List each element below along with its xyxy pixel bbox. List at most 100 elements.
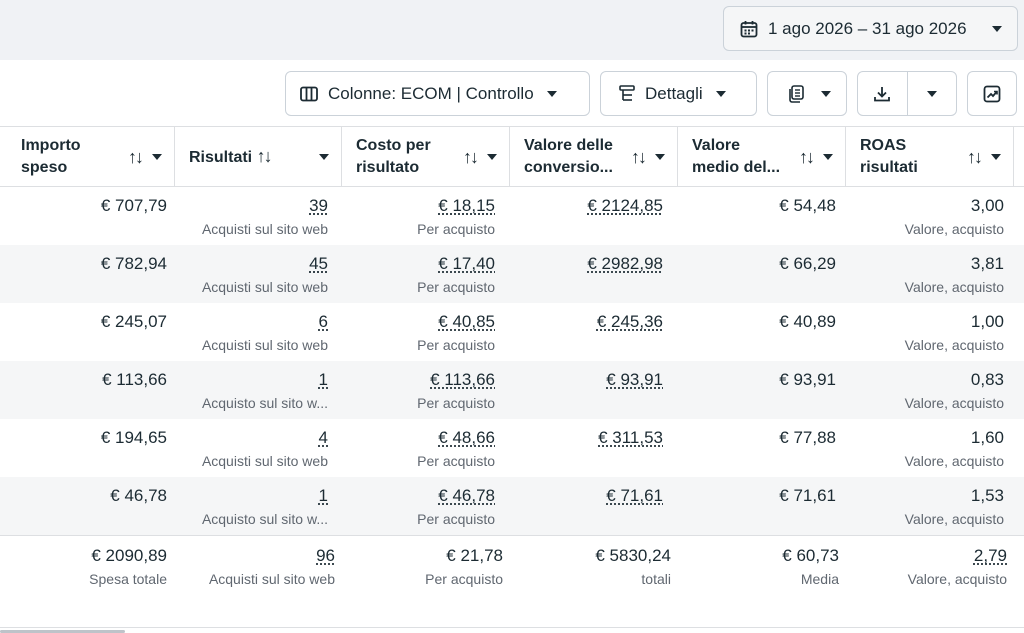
spend-cell-value: € 194,65	[100, 428, 167, 447]
cost-per-result-cell-value[interactable]: € 113,66	[342, 370, 495, 390]
roas-cell: 0,83 Valore, acquisto	[846, 361, 1004, 419]
average-value-cell: € 71,61	[678, 477, 836, 535]
total-average-value-cell: € 60,73 Media	[782, 546, 839, 587]
spend-cell: € 194,65	[7, 419, 167, 477]
total-roas-link[interactable]: 2,79	[846, 546, 1007, 566]
cost-per-result-cell: € 40,85 Per acquisto	[342, 303, 495, 361]
download-icon	[873, 85, 891, 103]
details-button-label: Dettagli	[645, 83, 703, 103]
sort-icon[interactable]: ↑↓	[463, 146, 479, 168]
column-header-conversion-value[interactable]: Valore delle conversio... ↑↓	[510, 127, 678, 186]
caret-down-icon[interactable]	[319, 153, 329, 160]
conversion-value-cell-value[interactable]: € 2124,85	[510, 196, 663, 216]
roas-cell-subtitle: Valore, acquisto	[904, 279, 1004, 295]
average-value-cell-value: € 54,48	[779, 196, 836, 215]
results-cell-value[interactable]: 4	[175, 428, 328, 448]
sort-icon[interactable]: ↑↓	[799, 146, 815, 168]
conversion-value-cell-value[interactable]: € 93,91	[510, 370, 663, 390]
columns-button[interactable]: Colonne: ECOM | Controllo	[285, 71, 590, 116]
results-cell: 4 Acquisti sul sito web	[175, 419, 328, 477]
table-row: € 46,78 1 Acquisto sul sito w... € 46,78 Per…	[0, 477, 1024, 535]
results-cell-value[interactable]: 1	[175, 370, 328, 390]
column-header-spend[interactable]: Importo speso ↑↓	[7, 127, 175, 186]
cost-per-result-cell-value[interactable]: € 48,66	[342, 428, 495, 448]
column-header-roas[interactable]: ROAS risultati ↑↓	[846, 127, 1014, 186]
results-cell: 45 Acquisti sul sito web	[175, 245, 328, 303]
column-header-average-value[interactable]: Valore medio del... ↑↓	[678, 127, 846, 186]
results-cell-subtitle: Acquisti sul sito web	[201, 221, 328, 237]
average-value-cell-value: € 66,29	[779, 254, 836, 273]
export-button-group	[857, 71, 957, 116]
breakdown-icon	[619, 84, 635, 103]
total-results-link[interactable]: 96	[175, 546, 335, 566]
cost-per-result-cell-subtitle: Per acquisto	[417, 395, 495, 411]
cost-per-result-cell-subtitle: Per acquisto	[417, 511, 495, 527]
roas-cell-value: 1,53	[970, 486, 1004, 505]
sort-icon[interactable]: ↑↓	[257, 146, 273, 166]
cost-per-result-cell: € 46,78 Per acquisto	[342, 477, 495, 535]
chart-button[interactable]	[967, 71, 1017, 116]
spend-cell: € 113,66	[7, 361, 167, 419]
roas-cell: 3,00 Valore, acquisto	[846, 187, 1004, 245]
roas-cell-subtitle: Valore, acquisto	[904, 453, 1004, 469]
total-cost-per-result-cell: € 21,78 Per acquisto	[425, 546, 503, 587]
column-header-cost-per-result[interactable]: Costo per risultato ↑↓	[342, 127, 510, 186]
export-button[interactable]	[858, 72, 907, 115]
cost-per-result-cell: € 18,15 Per acquisto	[342, 187, 495, 245]
cost-per-result-cell-value[interactable]: € 17,40	[342, 254, 495, 274]
caret-down-icon[interactable]	[655, 153, 665, 160]
results-cell-subtitle: Acquisto sul sito w...	[201, 511, 328, 527]
results-cell-value[interactable]: 45	[175, 254, 328, 274]
roas-cell-subtitle: Valore, acquisto	[904, 395, 1004, 411]
caret-down-icon	[546, 90, 558, 98]
details-button[interactable]: Dettagli	[600, 71, 757, 116]
sort-icon[interactable]: ↑↓	[967, 146, 983, 168]
reports-icon	[788, 84, 806, 103]
roas-cell-value: 0,83	[970, 370, 1004, 389]
roas-cell-value: 1,60	[970, 428, 1004, 447]
caret-down-icon[interactable]	[823, 153, 833, 160]
roas-cell-subtitle: Valore, acquisto	[904, 337, 1004, 353]
caret-down-icon[interactable]	[991, 153, 1001, 160]
conversion-value-cell: € 311,53	[510, 419, 663, 477]
roas-cell-subtitle: Valore, acquisto	[904, 221, 1004, 237]
sort-icon[interactable]: ↑↓	[128, 146, 144, 168]
total-roas-cell: 2,79 Valore, acquisto	[846, 536, 1007, 594]
roas-cell-value: 3,81	[970, 254, 1004, 273]
conversion-value-cell-value[interactable]: € 2982,98	[510, 254, 663, 274]
conversion-value-cell: € 71,61	[510, 477, 663, 535]
results-cell-value[interactable]: 1	[175, 486, 328, 506]
cost-per-result-cell: € 48,66 Per acquisto	[342, 419, 495, 477]
results-cell-value[interactable]: 39	[175, 196, 328, 216]
caret-down-icon[interactable]	[152, 153, 162, 160]
date-range-label: 1 ago 2026 – 31 ago 2026	[768, 18, 967, 38]
caret-down-icon	[926, 90, 938, 98]
results-cell-subtitle: Acquisti sul sito web	[201, 279, 328, 295]
conversion-value-cell: € 245,36	[510, 303, 663, 361]
conversion-value-cell-value[interactable]: € 245,36	[510, 312, 663, 332]
roas-cell: 1,60 Valore, acquisto	[846, 419, 1004, 477]
spend-cell-value: € 707,79	[100, 196, 167, 215]
spend-cell-value: € 46,78	[110, 486, 167, 505]
spend-cell: € 782,94	[7, 245, 167, 303]
table-row: € 782,94 45 Acquisti sul sito web € 17,40 Pe…	[0, 245, 1024, 303]
conversion-value-cell-value[interactable]: € 311,53	[510, 428, 663, 448]
cost-per-result-cell-value[interactable]: € 46,78	[342, 486, 495, 506]
cost-per-result-cell-value[interactable]: € 18,15	[342, 196, 495, 216]
results-cell-value[interactable]: 6	[175, 312, 328, 332]
table-row: € 113,66 1 Acquisto sul sito w... € 113,66 P…	[0, 361, 1024, 419]
table-row: € 194,65 4 Acquisti sul sito web € 48,66 Per…	[0, 419, 1024, 477]
cost-per-result-cell: € 17,40 Per acquisto	[342, 245, 495, 303]
columns-button-label: Colonne: ECOM | Controllo	[328, 83, 534, 103]
reports-button[interactable]	[767, 71, 847, 116]
export-options-button[interactable]	[906, 72, 956, 115]
spend-cell: € 46,78	[7, 477, 167, 535]
results-cell-subtitle: Acquisti sul sito web	[201, 453, 328, 469]
cost-per-result-cell-value[interactable]: € 40,85	[342, 312, 495, 332]
date-range-picker[interactable]: 1 ago 2026 – 31 ago 2026	[723, 6, 1018, 51]
caret-down-icon[interactable]	[487, 153, 497, 160]
caret-down-icon	[715, 90, 727, 98]
sort-icon[interactable]: ↑↓	[631, 146, 647, 168]
column-header-results[interactable]: Risultati ↑↓	[175, 127, 342, 186]
conversion-value-cell-value[interactable]: € 71,61	[510, 486, 663, 506]
